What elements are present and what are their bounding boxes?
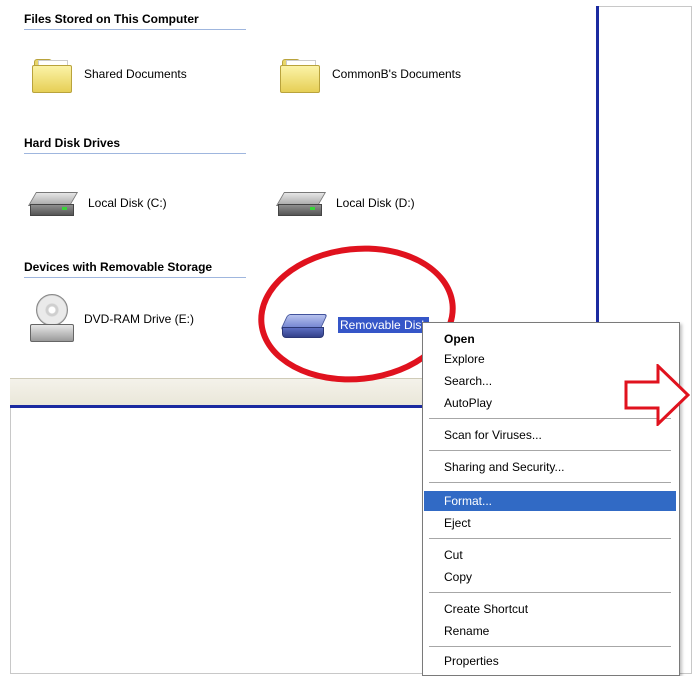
shared-documents-item[interactable]: Shared Documents bbox=[30, 56, 187, 93]
menu-item-rename[interactable]: Rename bbox=[424, 621, 676, 641]
group-header-files-stored: Files Stored on This Computer bbox=[24, 12, 246, 30]
local-disk-d-item[interactable]: Local Disk (D:) bbox=[275, 188, 415, 218]
hard-disk-icon bbox=[27, 188, 79, 218]
menu-separator bbox=[429, 538, 671, 539]
menu-item-copy[interactable]: Copy bbox=[424, 567, 676, 587]
menu-separator bbox=[429, 482, 671, 483]
menu-item-create-shortcut[interactable]: Create Shortcut bbox=[424, 599, 676, 619]
common-documents-label: CommonB's Documents bbox=[332, 67, 461, 81]
dvd-drive-icon bbox=[28, 294, 74, 344]
menu-item-eject[interactable]: Eject bbox=[424, 513, 676, 533]
menu-item-format[interactable]: Format... bbox=[424, 491, 676, 511]
shared-documents-label: Shared Documents bbox=[84, 67, 187, 81]
local-disk-d-label: Local Disk (D:) bbox=[336, 196, 415, 210]
dvd-ram-drive-item[interactable]: DVD-RAM Drive (E:) bbox=[28, 294, 194, 344]
group-header-hard-disk-drives: Hard Disk Drives bbox=[24, 136, 246, 154]
menu-item-properties[interactable]: Properties bbox=[424, 651, 676, 671]
group-header-removable-storage: Devices with Removable Storage bbox=[24, 260, 246, 278]
dvd-ram-drive-label: DVD-RAM Drive (E:) bbox=[84, 312, 194, 326]
menu-item-scan-for-viruses[interactable]: Scan for Viruses... bbox=[424, 425, 676, 445]
common-documents-item[interactable]: CommonB's Documents bbox=[278, 56, 461, 93]
right-arrow-icon bbox=[624, 364, 690, 426]
hard-disk-icon bbox=[275, 188, 327, 218]
folder-icon bbox=[30, 56, 74, 93]
local-disk-c-item[interactable]: Local Disk (C:) bbox=[27, 188, 167, 218]
menu-item-open[interactable]: Open bbox=[424, 329, 676, 349]
folder-icon bbox=[278, 56, 322, 93]
menu-item-sharing-and-security[interactable]: Sharing and Security... bbox=[424, 457, 676, 477]
pane-divider-vertical bbox=[596, 6, 599, 324]
menu-item-cut[interactable]: Cut bbox=[424, 545, 676, 565]
menu-separator bbox=[429, 646, 671, 647]
menu-separator bbox=[429, 450, 671, 451]
local-disk-c-label: Local Disk (C:) bbox=[88, 196, 167, 210]
menu-separator bbox=[429, 592, 671, 593]
